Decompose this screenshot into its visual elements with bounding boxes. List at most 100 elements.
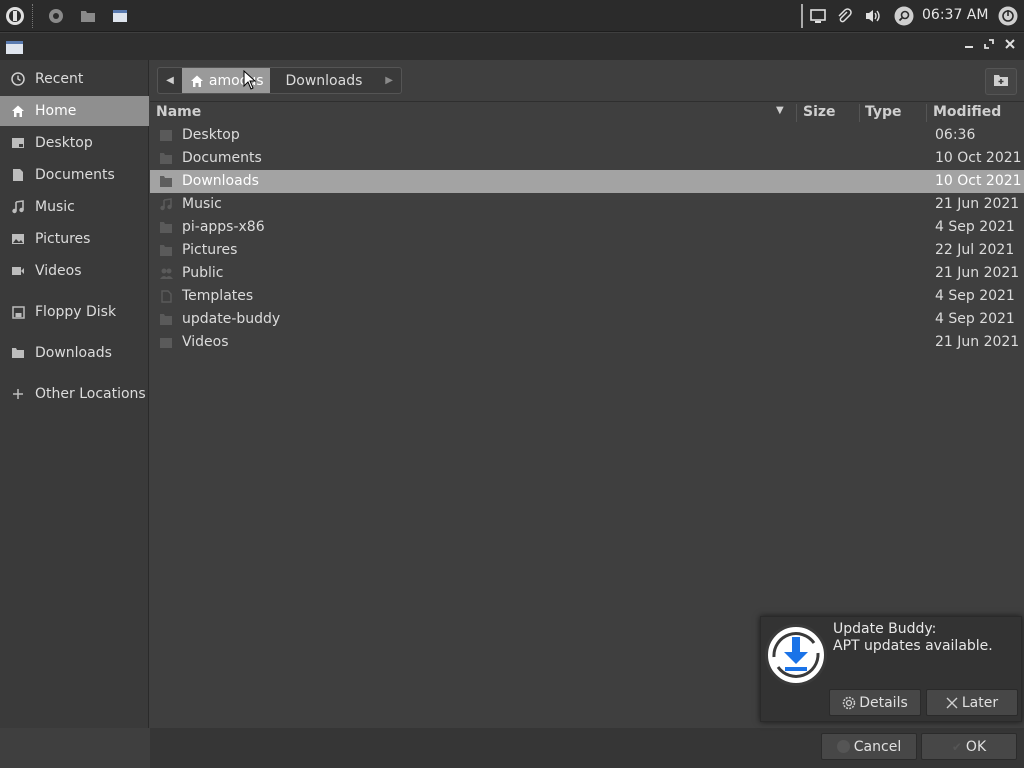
sidebar-item-music[interactable]: Music — [0, 192, 149, 222]
file-name: Pictures — [182, 242, 238, 258]
sidebar-item-label: Floppy Disk — [35, 304, 117, 320]
file-list-header: Name ▼ Size Type Modified — [150, 102, 1024, 124]
file-name: Public — [182, 265, 224, 281]
videos-folder-icon — [159, 336, 173, 349]
path-bar: ◀ amocus Downloads ▶ — [150, 60, 1024, 102]
file-modified: 21 Jun 2021 — [935, 196, 1020, 212]
file-modified: 21 Jun 2021 — [935, 265, 1020, 281]
column-divider[interactable] — [926, 104, 927, 122]
panel-separator — [32, 4, 33, 28]
folder-icon — [159, 221, 173, 234]
firefox-icon[interactable] — [46, 6, 66, 26]
sidebar-item-videos[interactable]: Videos — [0, 256, 149, 286]
screen-icon[interactable] — [808, 6, 828, 26]
paperclip-icon[interactable] — [834, 6, 854, 26]
minimize-button[interactable] — [961, 38, 977, 54]
power-icon[interactable] — [998, 6, 1018, 26]
details-label: Details — [859, 694, 908, 711]
sidebar-item-desktop[interactable]: Desktop — [0, 128, 149, 158]
top-panel: 06:37 AM — [0, 0, 1024, 32]
downloads-folder-icon — [159, 175, 173, 188]
file-modified: 4 Sep 2021 — [935, 219, 1015, 235]
sidebar-item-label: Downloads — [35, 345, 112, 361]
update-notification[interactable]: Update Buddy: APT updates available. Det… — [760, 616, 1022, 722]
folder-icon — [159, 313, 173, 326]
close-icon — [946, 697, 958, 709]
sidebar-item-label: Recent — [35, 71, 84, 87]
files-icon[interactable] — [78, 6, 98, 26]
column-divider[interactable] — [859, 104, 860, 122]
breadcrumb: ◀ amocus Downloads ▶ — [157, 67, 402, 94]
file-modified: 22 Jul 2021 — [935, 242, 1015, 258]
cancel-icon — [836, 740, 850, 753]
sidebar-item-documents[interactable]: Documents — [0, 160, 149, 190]
sidebar-item-other-locations[interactable]: Other Locations — [0, 379, 149, 409]
sidebar-item-floppy-disk[interactable]: Floppy Disk — [0, 297, 149, 327]
notification-title: Update Buddy: — [833, 621, 937, 637]
file-name: update-buddy — [182, 311, 281, 327]
volume-icon[interactable] — [863, 6, 883, 26]
table-row[interactable]: Music 21 Jun 2021 — [150, 193, 1024, 216]
music-icon — [11, 200, 25, 214]
maximize-button[interactable] — [981, 38, 997, 54]
table-row[interactable]: Desktop 06:36 — [150, 124, 1024, 147]
search-icon[interactable] — [894, 6, 914, 26]
breadcrumb-back-button[interactable]: ◀ — [158, 68, 182, 93]
cancel-button[interactable]: Cancel — [821, 733, 917, 760]
later-button[interactable]: Later — [926, 689, 1018, 716]
sidebar-item-label: Other Locations — [35, 386, 146, 402]
column-size[interactable]: Size — [803, 104, 836, 120]
document-icon — [11, 168, 25, 182]
sidebar-item-label: Music — [35, 199, 75, 215]
desktop-folder-icon — [159, 129, 173, 142]
table-row[interactable]: Public 21 Jun 2021 — [150, 262, 1024, 285]
dialog-titlebar[interactable] — [0, 33, 1024, 60]
column-name[interactable]: Name — [156, 104, 201, 120]
column-modified[interactable]: Modified — [933, 104, 1001, 120]
later-label: Later — [961, 694, 999, 711]
file-name: Downloads — [182, 173, 259, 189]
public-folder-icon — [159, 267, 173, 280]
ok-button[interactable]: ✔ OK — [921, 733, 1017, 760]
app-menu-icon[interactable] — [5, 6, 25, 26]
ok-label: OK — [965, 738, 987, 755]
column-divider[interactable] — [796, 104, 797, 122]
folder-icon — [11, 346, 25, 360]
details-button[interactable]: Details — [829, 689, 921, 716]
desktop-icon — [11, 136, 25, 150]
breadcrumb-forward-button[interactable]: ▶ — [377, 68, 401, 93]
table-row[interactable]: Documents 10 Oct 2021 — [150, 147, 1024, 170]
sidebar-item-pictures[interactable]: Pictures — [0, 224, 149, 254]
mouse-pointer-icon — [243, 69, 257, 90]
sort-chevron-down-icon[interactable]: ▼ — [776, 105, 784, 116]
floppy-icon — [11, 305, 25, 319]
file-modified: 4 Sep 2021 — [935, 311, 1015, 327]
sidebar-item-recent[interactable]: Recent — [0, 64, 149, 94]
new-folder-button[interactable] — [985, 68, 1017, 95]
sidebar-item-downloads[interactable]: Downloads — [0, 338, 149, 368]
pictures-folder-icon — [159, 244, 173, 257]
table-row[interactable]: Videos 21 Jun 2021 — [150, 331, 1024, 354]
table-row[interactable]: Pictures 22 Jul 2021 — [150, 239, 1024, 262]
window-icon[interactable] — [110, 6, 130, 26]
table-row[interactable]: update-buddy 4 Sep 2021 — [150, 308, 1024, 331]
table-row[interactable]: Templates 4 Sep 2021 — [150, 285, 1024, 308]
breadcrumb-downloads-label: Downloads — [285, 72, 363, 89]
file-name: Templates — [182, 288, 254, 304]
file-modified: 4 Sep 2021 — [935, 288, 1015, 304]
breadcrumb-downloads[interactable]: Downloads — [270, 68, 378, 93]
clock[interactable]: 06:37 AM — [922, 7, 988, 23]
new-folder-icon — [993, 73, 1009, 91]
music-folder-icon — [159, 198, 173, 211]
sidebar-item-label: Desktop — [35, 135, 93, 151]
close-button[interactable] — [1002, 38, 1018, 54]
file-modified: 21 Jun 2021 — [935, 334, 1020, 350]
cancel-label: Cancel — [853, 738, 902, 755]
sidebar-item-home[interactable]: Home — [0, 96, 149, 126]
table-row-selected[interactable]: Downloads 10 Oct 2021 — [150, 170, 1024, 193]
templates-folder-icon — [159, 290, 173, 303]
file-list: Desktop 06:36 Documents 10 Oct 2021 Down… — [150, 124, 1024, 354]
file-name: Music — [182, 196, 222, 212]
table-row[interactable]: pi-apps-x86 4 Sep 2021 — [150, 216, 1024, 239]
column-type[interactable]: Type — [865, 104, 902, 120]
